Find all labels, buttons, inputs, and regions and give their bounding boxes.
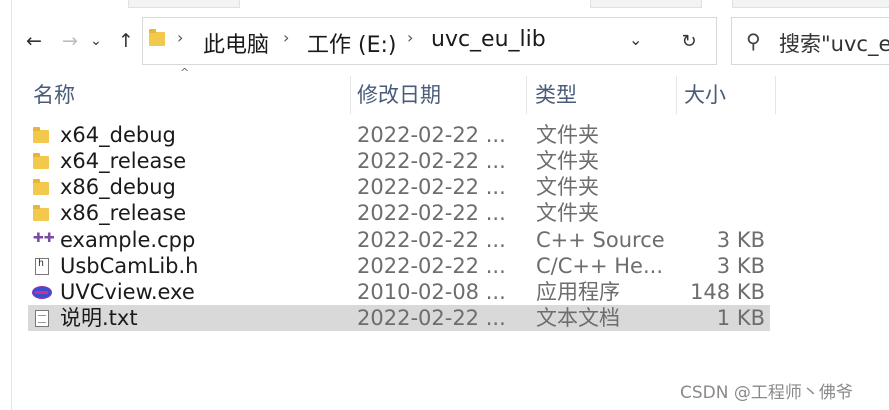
cpp-file-icon: ✚✚	[33, 231, 55, 246]
file-date: 2022-02-22 ...	[357, 254, 506, 278]
address-bar[interactable]: › 此电脑 › 工作 (E:) › uvc_eu_lib ⌄	[142, 17, 664, 65]
folder-icon	[33, 153, 49, 169]
list-item[interactable]: UVCview.exe 2010-02-08 ... 应用程序 148 KB	[28, 279, 770, 305]
forward-button[interactable]: →	[58, 28, 82, 54]
file-date: 2022-02-22 ...	[357, 201, 506, 225]
window-left-edge	[0, 0, 12, 410]
ribbon-tab-edge	[128, 0, 240, 8]
list-item[interactable]: h UsbCamLib.h 2022-02-22 ... C/C++ He...…	[28, 253, 770, 279]
file-size	[680, 148, 765, 174]
file-name: UVCview.exe	[60, 280, 195, 304]
file-type: 文件夹	[536, 149, 599, 173]
file-name: x64_release	[60, 149, 187, 173]
search-placeholder: 搜索"uvc_eu_lib"	[779, 32, 889, 56]
breadcrumb-current-folder[interactable]: uvc_eu_lib	[431, 27, 546, 52]
column-header-type[interactable]: 类型	[535, 80, 670, 112]
file-type: C++ Source	[536, 228, 665, 252]
breadcrumb-drive[interactable]: 工作 (E:)	[307, 27, 396, 59]
file-size: 3 KB	[716, 228, 765, 252]
file-type: 应用程序	[536, 280, 620, 304]
file-name: x86_release	[60, 201, 187, 225]
column-divider[interactable]	[350, 76, 351, 114]
file-type: 文本文档	[536, 306, 620, 330]
folder-icon	[33, 179, 49, 195]
file-type: 文件夹	[536, 175, 599, 199]
exe-file-icon	[32, 286, 52, 299]
list-item[interactable]: x64_debug 2022-02-22 ... 文件夹	[28, 122, 770, 148]
file-name: 说明.txt	[60, 306, 138, 330]
ribbon-tab-edge	[590, 0, 702, 8]
ribbon-remnant	[0, 0, 889, 8]
forward-arrow-icon: →	[62, 30, 78, 52]
file-size	[680, 200, 765, 226]
breadcrumb-this-pc[interactable]: 此电脑	[203, 27, 269, 59]
file-date: 2022-02-22 ...	[357, 123, 506, 147]
file-size: 1 KB	[716, 306, 765, 330]
list-item-selected[interactable]: 说明.txt 2022-02-22 ... 文本文档 1 KB	[28, 305, 770, 331]
file-date: 2022-02-22 ...	[357, 175, 506, 199]
folder-icon	[149, 29, 165, 46]
column-header-name[interactable]: 名称	[33, 80, 348, 112]
ribbon-tab-edge	[732, 0, 889, 8]
file-size	[680, 122, 765, 148]
column-divider[interactable]	[775, 76, 776, 114]
breadcrumb-separator: ›	[407, 28, 414, 47]
column-divider[interactable]	[676, 76, 677, 114]
recent-locations-button[interactable]: ⌄	[88, 28, 104, 54]
folder-icon	[33, 127, 49, 143]
file-type: C/C++ He...	[536, 254, 664, 278]
file-date: 2022-02-22 ...	[357, 228, 506, 252]
chevron-down-icon[interactable]: ⌄	[629, 30, 642, 49]
text-file-icon	[35, 310, 49, 327]
up-arrow-icon: ↑	[118, 30, 134, 52]
breadcrumb-separator: ›	[177, 28, 184, 47]
list-item[interactable]: x86_release 2022-02-22 ... 文件夹	[28, 200, 770, 226]
back-arrow-icon: ←	[26, 30, 42, 52]
column-divider[interactable]	[526, 76, 527, 114]
list-item[interactable]: x86_debug 2022-02-22 ... 文件夹	[28, 174, 770, 200]
up-button[interactable]: ↑	[114, 28, 138, 54]
column-header-date[interactable]: 修改日期	[357, 80, 522, 112]
refresh-button[interactable]: ↻	[662, 17, 717, 65]
file-size	[680, 174, 765, 200]
file-type: 文件夹	[536, 201, 599, 225]
header-file-icon: h	[35, 258, 49, 275]
sort-indicator-icon: ^	[180, 66, 190, 79]
search-icon: ⚲	[746, 29, 761, 53]
breadcrumb-separator: ›	[283, 28, 290, 47]
file-date: 2010-02-08 ...	[357, 280, 506, 304]
file-name: x86_debug	[60, 175, 176, 199]
file-date: 2022-02-22 ...	[357, 149, 506, 173]
list-item[interactable]: x64_release 2022-02-22 ... 文件夹	[28, 148, 770, 174]
file-name: example.cpp	[60, 228, 196, 252]
file-date: 2022-02-22 ...	[357, 306, 506, 330]
file-size: 3 KB	[716, 254, 765, 278]
search-input[interactable]: ⚲ 搜索"uvc_eu_lib"	[731, 17, 889, 65]
list-item[interactable]: ✚✚ example.cpp 2022-02-22 ... C++ Source…	[28, 227, 770, 253]
refresh-icon: ↻	[681, 30, 697, 52]
chevron-down-icon: ⌄	[90, 33, 102, 49]
file-name: UsbCamLib.h	[60, 254, 199, 278]
back-button[interactable]: ←	[22, 28, 46, 54]
file-name: x64_debug	[60, 123, 176, 147]
column-header-size[interactable]: 大小	[684, 80, 769, 112]
file-size: 148 KB	[690, 280, 765, 304]
file-type: 文件夹	[536, 123, 599, 147]
watermark: CSDN @工程师丶佛爷	[680, 383, 853, 403]
folder-icon	[33, 205, 49, 221]
